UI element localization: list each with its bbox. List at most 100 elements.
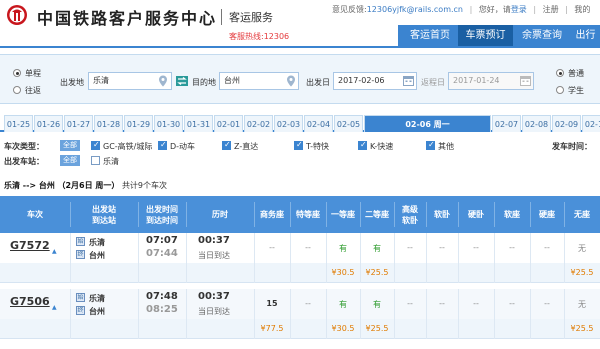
arrive-station-icon: 终 [76, 306, 85, 315]
register-link[interactable]: 注册 [543, 5, 559, 14]
train-type-all-button[interactable]: 全部 [60, 140, 80, 151]
column-divider [186, 289, 187, 339]
seat-no-seat: 无 [578, 244, 586, 253]
depart-station: 乐清 [89, 238, 105, 247]
seat-first[interactable]: 有 [326, 299, 360, 310]
passenger-normal-radio[interactable] [556, 69, 564, 77]
seat-business[interactable]: 15 [254, 299, 290, 308]
duration: 00:37 [198, 235, 230, 246]
seat-soft-seat: -- [509, 299, 515, 308]
date-tab[interactable]: 02-07 [492, 115, 521, 132]
column-divider [70, 289, 71, 339]
site-title: 中国铁路客户服务中心 [37, 9, 218, 28]
my-link[interactable]: 我的 [574, 5, 590, 14]
calendar-icon[interactable] [520, 75, 531, 86]
date-tab[interactable]: 02-05 [334, 115, 363, 132]
train-number-link[interactable]: G7506 [10, 295, 50, 308]
date-tab[interactable]: 01-26 [34, 115, 63, 132]
col-deluxe-soft: 高级 软卧 [402, 204, 418, 225]
train-type-k-checkbox[interactable] [358, 140, 367, 150]
train-type-gc-checkbox[interactable] [91, 140, 100, 150]
depart-time: 07:48 [146, 291, 178, 302]
service-label: 客运服务 [229, 11, 273, 24]
train-type-label: 车次类型： [4, 142, 44, 151]
arrive-station: 台州 [89, 251, 105, 260]
date-tab[interactable]: 02-10 [582, 115, 600, 132]
seat-no-seat: 无 [578, 300, 586, 309]
feedback-email-link[interactable]: 12306yjfk@rails.com.cn [367, 5, 463, 14]
feedback-label: 意见反馈: [332, 5, 367, 14]
train-type-d-checkbox[interactable] [158, 140, 167, 150]
price-no-seat: ¥25.5 [570, 324, 594, 333]
train-type-gc-label: GC-高铁/城际 [103, 142, 153, 151]
col-stations[interactable]: 出发站 到达站 [70, 196, 138, 233]
seat-second[interactable]: 有 [360, 299, 394, 310]
date-tab[interactable]: 01-28 [94, 115, 123, 132]
depart-station-icon: 始 [76, 237, 85, 246]
date-tab[interactable]: 02-04 [304, 115, 333, 132]
result-route: 乐清 --> 台州 [4, 181, 55, 190]
col-duration[interactable]: 历时 [186, 196, 254, 233]
arrive-time: 07:44 [146, 248, 178, 259]
nav-item-query[interactable]: 余票查询 [515, 25, 569, 46]
col-hard-seat: 硬座 [539, 210, 555, 219]
nav-item-home[interactable]: 客运首页 [404, 25, 456, 46]
expand-arrow-icon[interactable]: ▲ [52, 248, 57, 255]
site-header: 中国铁路客户服务中心 客运服务 意见反馈:12306yjfk@rails.com… [0, 0, 600, 28]
price-no-seat: ¥25.5 [570, 268, 594, 277]
price-first: ¥30.5 [331, 268, 355, 277]
date-tab[interactable]: 02-08 [522, 115, 551, 132]
seat-business: -- [269, 243, 275, 252]
seat-first[interactable]: 有 [326, 243, 360, 254]
date-tab[interactable]: 02-01 [214, 115, 243, 132]
trip-return-radio[interactable] [13, 86, 21, 94]
col-no-seat: 无座 [574, 210, 590, 219]
date-tab[interactable]: 01-31 [184, 115, 213, 132]
seat-soft-seat: -- [509, 243, 515, 252]
train-type-z-checkbox[interactable] [222, 140, 231, 150]
seat-soft-sleeper: -- [439, 299, 445, 308]
train-type-k-label: K-快速 [370, 142, 394, 151]
depart-station-all-button[interactable]: 全部 [60, 155, 80, 166]
swap-icon[interactable] [176, 76, 188, 86]
date-tab[interactable]: 01-27 [64, 115, 93, 132]
col-times[interactable]: 出发时间 到达时间 [138, 196, 186, 233]
calendar-icon[interactable] [403, 75, 414, 86]
train-type-other-checkbox[interactable] [426, 140, 435, 150]
date-tab[interactable]: 02-02 [244, 115, 273, 132]
passenger-student-radio[interactable] [556, 86, 564, 94]
date-tab[interactable]: 02-03 [274, 115, 303, 132]
col-train[interactable]: 车次 [0, 196, 70, 233]
train-number-link[interactable]: G7572 [10, 239, 50, 252]
depart-station-name: 乐清 [103, 157, 119, 166]
seat-second[interactable]: 有 [360, 243, 394, 254]
col-hard-sleeper: 硬卧 [468, 210, 484, 219]
depart-station-checkbox[interactable] [91, 156, 100, 165]
column-divider [138, 233, 139, 283]
railway-logo-icon[interactable] [6, 4, 28, 26]
col-second: 二等座 [365, 210, 389, 219]
passenger-normal-label: 普通 [568, 69, 584, 78]
column-divider [426, 289, 427, 339]
trip-oneway-radio[interactable] [13, 69, 21, 77]
location-pin-icon[interactable] [286, 75, 296, 87]
column-divider [70, 233, 71, 283]
location-pin-icon[interactable] [158, 75, 168, 87]
date-tab[interactable]: 01-30 [154, 115, 183, 132]
col-soft-sleeper: 软卧 [434, 210, 450, 219]
column-divider [426, 233, 427, 283]
col-first: 一等座 [331, 210, 355, 219]
nav-item-booking[interactable]: 车票预订 [458, 25, 513, 46]
nav-item-travel[interactable]: 出行 [571, 25, 600, 46]
date-tab[interactable]: 01-25 [4, 115, 33, 132]
seat-special: -- [305, 243, 311, 252]
train-type-t-checkbox[interactable] [294, 140, 303, 150]
train-type-z-label: Z-直达 [234, 142, 259, 151]
nav-underline [0, 46, 600, 48]
date-tab[interactable]: 01-29 [124, 115, 153, 132]
date-tab[interactable]: 02-06 周一 [364, 115, 491, 132]
expand-arrow-icon[interactable]: ▲ [52, 304, 57, 311]
login-link[interactable]: 登录 [511, 5, 527, 14]
arrive-station-icon: 终 [76, 250, 85, 259]
date-tab[interactable]: 02-09 [552, 115, 581, 132]
